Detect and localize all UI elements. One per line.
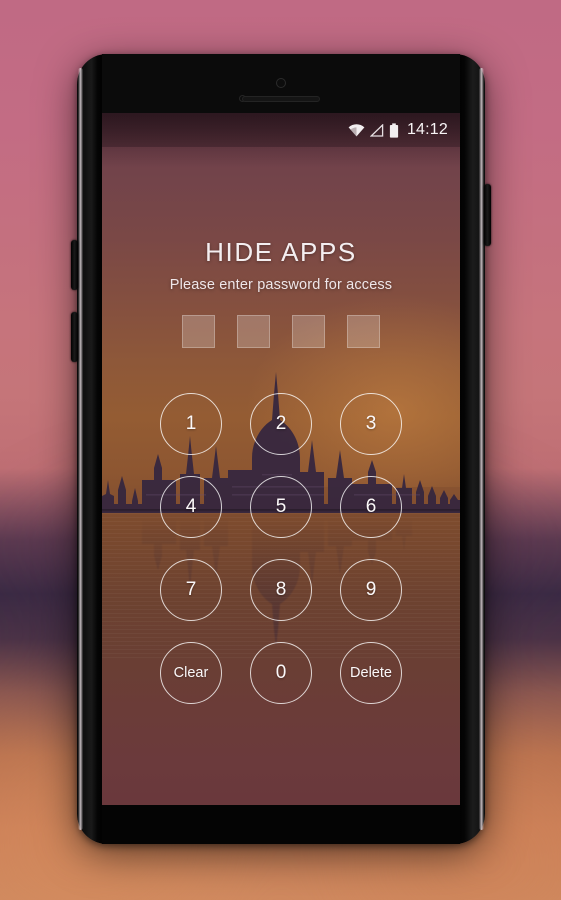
key-delete[interactable]: Delete xyxy=(340,641,402,704)
key-2[interactable]: 2 xyxy=(250,392,312,455)
phone-device-frame: 14:12 HIDE APPS Please enter password fo… xyxy=(71,54,491,844)
phone-screen: 14:12 HIDE APPS Please enter password fo… xyxy=(102,113,460,805)
page-subtitle: Please enter password for access xyxy=(169,277,393,293)
password-slot-3 xyxy=(292,315,325,348)
power-button[interactable] xyxy=(484,184,491,246)
page-title: HIDE APPS xyxy=(205,237,357,267)
phone-bottom-bezel xyxy=(102,805,460,844)
blurred-background: 14:12 HIDE APPS Please enter password fo… xyxy=(0,0,561,900)
key-0[interactable]: 0 xyxy=(250,641,312,704)
password-slot-1 xyxy=(182,315,215,348)
volume-down-button[interactable] xyxy=(71,312,78,362)
key-3[interactable]: 3 xyxy=(340,392,402,455)
key-1[interactable]: 1 xyxy=(160,392,222,455)
key-6[interactable]: 6 xyxy=(340,475,402,538)
password-slot-4 xyxy=(347,315,380,348)
key-7[interactable]: 7 xyxy=(160,558,222,621)
front-camera-icon xyxy=(276,78,286,88)
phone-top-bezel xyxy=(102,54,460,113)
key-5[interactable]: 5 xyxy=(250,475,312,538)
key-clear[interactable]: Clear xyxy=(160,641,222,704)
key-8[interactable]: 8 xyxy=(250,558,312,621)
phone-right-edge-highlight xyxy=(479,68,484,830)
numeric-keypad: 1 2 3 4 5 6 7 8 9 Clear 0 Delete xyxy=(146,382,416,714)
lock-screen-overlay: HIDE APPS Please enter password for acce… xyxy=(102,113,460,805)
phone-left-edge-highlight xyxy=(78,68,83,830)
key-4[interactable]: 4 xyxy=(160,475,222,538)
key-9[interactable]: 9 xyxy=(340,558,402,621)
earpiece-speaker-icon xyxy=(242,96,320,102)
password-indicator xyxy=(182,315,380,348)
password-slot-2 xyxy=(237,315,270,348)
volume-up-button[interactable] xyxy=(71,240,78,290)
